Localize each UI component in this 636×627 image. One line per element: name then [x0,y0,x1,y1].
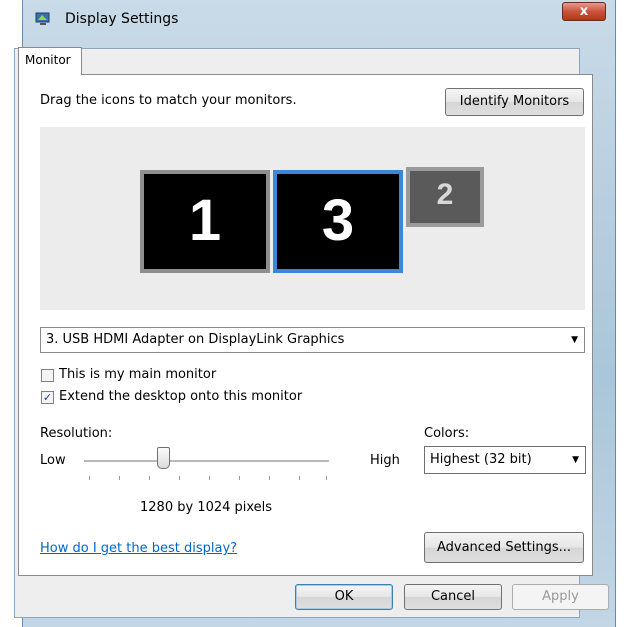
instruction-text: Drag the icons to match your monitors. [40,93,297,108]
display-select-value: 3. USB HDMI Adapter on DisplayLink Graph… [46,332,345,347]
identify-monitors-button[interactable]: Identify Monitors [445,88,584,116]
display-settings-icon [35,12,50,25]
extend-desktop-checkbox[interactable]: ✓ [41,391,54,404]
display-select[interactable]: 3. USB HDMI Adapter on DisplayLink Graph… [40,327,585,353]
best-display-help-link[interactable]: How do I get the best display? [40,541,237,556]
monitor-2-icon[interactable]: 2 [406,167,484,227]
slider-tick [149,476,150,480]
window-title: Display Settings [65,11,179,27]
resolution-label: Resolution: [40,426,113,441]
apply-button[interactable]: Apply [512,584,609,610]
tab-monitor[interactable]: Monitor [18,47,82,75]
slider-tick [269,476,270,480]
colors-select-value: Highest (32 bit) [430,452,532,467]
chevron-down-icon: ▼ [572,455,579,465]
close-button[interactable]: x [562,2,606,21]
monitor-3-icon[interactable]: 3 [273,170,403,273]
resolution-slider-thumb[interactable] [157,447,170,469]
main-monitor-checkbox[interactable] [41,369,54,382]
cancel-button[interactable]: Cancel [404,584,502,610]
resolution-slider-track[interactable] [84,460,329,463]
main-monitor-label[interactable]: This is my main monitor [59,367,216,382]
slider-tick [209,476,210,480]
monitor-1-icon[interactable]: 1 [140,170,270,273]
ok-button[interactable]: OK [295,584,393,610]
colors-select[interactable]: Highest (32 bit) ▼ [424,446,586,474]
extend-desktop-label[interactable]: Extend the desktop onto this monitor [59,389,302,404]
resolution-value: 1280 by 1024 pixels [140,500,273,515]
slider-tick [239,476,240,480]
high-label: High [370,453,400,468]
slider-tick [119,476,120,480]
slider-tick [326,476,327,480]
title-bar[interactable]: Display Settings x [23,0,615,38]
low-label: Low [40,453,66,468]
advanced-settings-button[interactable]: Advanced Settings... [424,532,584,563]
colors-label: Colors: [424,426,470,441]
slider-tick [299,476,300,480]
slider-tick [179,476,180,480]
chevron-down-icon: ▼ [571,335,578,345]
slider-tick [89,476,90,480]
